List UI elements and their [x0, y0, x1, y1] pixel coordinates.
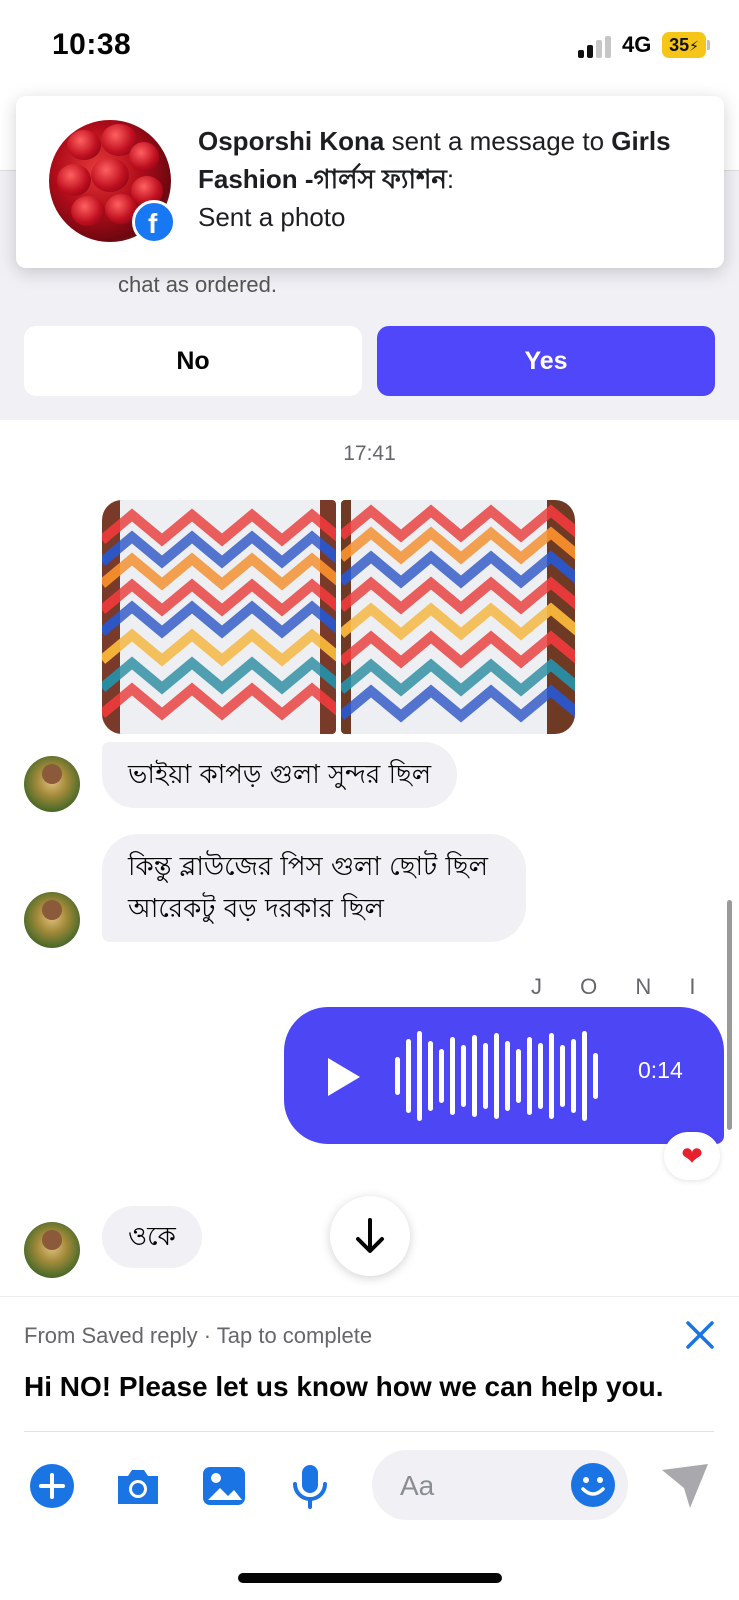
notification-action: sent a message to: [391, 126, 605, 156]
gallery-icon[interactable]: [200, 1462, 248, 1510]
microphone-icon[interactable]: [286, 1462, 334, 1510]
photo-attachment[interactable]: [102, 500, 336, 734]
message-text: কিন্তু ব্লাউজের পিস গুলা ছোট ছিল: [128, 852, 489, 882]
contact-avatar[interactable]: [24, 1222, 80, 1278]
status-time: 10:38: [52, 28, 132, 61]
home-indicator[interactable]: [238, 1573, 502, 1583]
status-bar: 10:38 4G 35⚡: [0, 0, 739, 92]
scrollbar[interactable]: [727, 900, 732, 1130]
saved-reply-panel[interactable]: From Saved reply · Tap to complete Hi NO…: [0, 1296, 739, 1434]
notification-sender: Osporshi Kona: [198, 126, 385, 156]
camera-icon[interactable]: [114, 1462, 162, 1510]
signal-icon: [578, 36, 614, 58]
photo-attachment[interactable]: [341, 500, 575, 734]
message-text: ওকে: [128, 1222, 176, 1252]
message-bubble[interactable]: ওকে: [102, 1206, 202, 1268]
plus-icon[interactable]: [28, 1462, 76, 1510]
heart-reaction-icon[interactable]: ❤: [664, 1132, 720, 1180]
battery-level: 35: [669, 35, 690, 55]
notification-body: Sent a photo: [198, 202, 346, 232]
voice-duration: 0:14: [638, 1057, 683, 1083]
order-prompt-text: chat as ordered.: [118, 272, 277, 297]
push-notification[interactable]: f Osporshi Kona sent a message to Girls …: [16, 96, 724, 268]
contact-avatar[interactable]: [24, 756, 80, 812]
message-text: আরেকটু বড় দরকার ছিল: [128, 894, 384, 924]
message-input[interactable]: Aa: [372, 1450, 628, 1520]
chat-timestamp: 17:41: [343, 442, 396, 465]
voice-message[interactable]: 0:14: [284, 1007, 724, 1144]
message-bubble[interactable]: কিন্তু ব্লাউজের পিস গুলা ছোট ছিল আরেকটু …: [102, 834, 526, 942]
notification-text: Osporshi Kona sent a message to Girls Fa…: [198, 126, 671, 232]
no-button[interactable]: No: [24, 326, 362, 396]
send-icon[interactable]: [660, 1462, 712, 1510]
close-icon[interactable]: [682, 1317, 718, 1353]
svg-text:f: f: [148, 208, 158, 239]
network-type: 4G: [622, 32, 652, 57]
message-bubble[interactable]: ভাইয়া কাপড় গুলা সুন্দর ছিল: [102, 742, 458, 808]
facebook-icon: f: [132, 200, 176, 244]
divider: [24, 1431, 714, 1432]
waveform: [395, 1031, 605, 1121]
message-input-placeholder: Aa: [400, 1470, 435, 1501]
battery-icon: 35⚡: [662, 32, 710, 58]
play-icon[interactable]: [328, 1058, 360, 1096]
scroll-down-button[interactable]: [330, 1196, 410, 1276]
yes-button[interactable]: Yes: [377, 326, 715, 396]
emoji-icon[interactable]: [570, 1462, 616, 1508]
composer: Aa: [0, 1436, 739, 1536]
arrow-down-icon: [356, 1218, 384, 1253]
saved-reply-text[interactable]: Hi NO! Please let us know how we can hel…: [24, 1371, 663, 1403]
saved-reply-hint: From Saved reply · Tap to complete: [24, 1323, 373, 1348]
contact-avatar[interactable]: [24, 892, 80, 948]
message-text: ভাইয়া কাপড় গুলা সুন্দর ছিল: [128, 760, 432, 790]
